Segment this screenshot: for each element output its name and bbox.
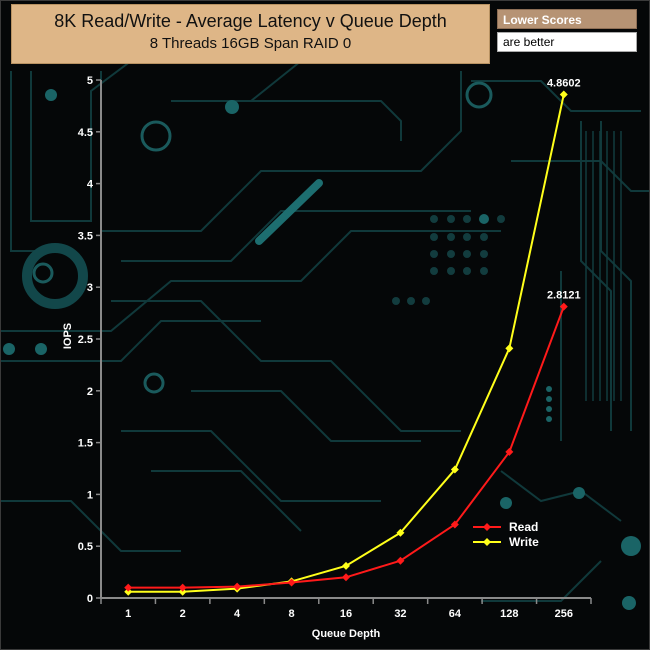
x-tick-label: 4 [234,608,241,620]
data-label: 2.8121 [547,290,581,302]
x-tick-label: 2 [180,608,186,620]
x-axis-title: Queue Depth [312,628,381,640]
y-tick-label: 2.5 [78,334,93,346]
y-tick-label: 3 [87,282,93,294]
x-tick-label: 8 [288,608,294,620]
y-tick-label: 4.5 [78,127,93,139]
data-point [505,344,514,353]
x-tick-label: 32 [394,608,406,620]
legend-label: Read [509,520,538,534]
x-tick-label: 16 [340,608,352,620]
y-axis-title: IOPS [62,323,74,349]
y-tick-label: 1.5 [78,438,93,450]
legend-swatch-marker [483,523,491,531]
legend-swatch-marker [483,538,491,546]
y-tick-label: 0 [87,593,93,605]
data-label: 4.8602 [547,77,581,89]
y-axis-ticks: 0 0.5 1 1.5 2 2.5 3 3.5 4 4.5 5 [78,75,101,605]
legend-label: Write [509,535,539,549]
x-tick-label: 128 [500,608,518,620]
y-tick-label: 3.5 [78,230,93,242]
series-line-write [128,94,565,593]
x-tick-label: 64 [449,608,462,620]
series-layer: 4.8602 2.8121 [124,77,581,596]
x-tick-label: 256 [555,608,573,620]
y-tick-label: 0.5 [78,541,93,553]
y-tick-label: 5 [87,75,93,87]
x-tick-label: 1 [125,608,131,620]
data-point [342,573,350,582]
y-tick-label: 4 [87,179,94,191]
x-axis-ticks: 1 2 4 8 16 32 64 128 256 [100,598,592,620]
line-chart: 0 0.5 1 1.5 2 2.5 3 3.5 4 4.5 5 1 2 4 8 16 32 64 128 256 I… [62,75,592,640]
legend: ReadWrite [473,520,539,549]
data-point [178,583,187,592]
data-point [124,583,133,592]
data-point [559,302,568,311]
y-tick-label: 1 [87,489,93,501]
chart-frame: 8K Read/Write - Average Latency v Queue … [0,0,650,650]
data-point [559,90,568,99]
y-tick-label: 2 [87,386,93,398]
series-line-read [128,306,565,589]
series-write: 4.8602 [124,77,581,596]
